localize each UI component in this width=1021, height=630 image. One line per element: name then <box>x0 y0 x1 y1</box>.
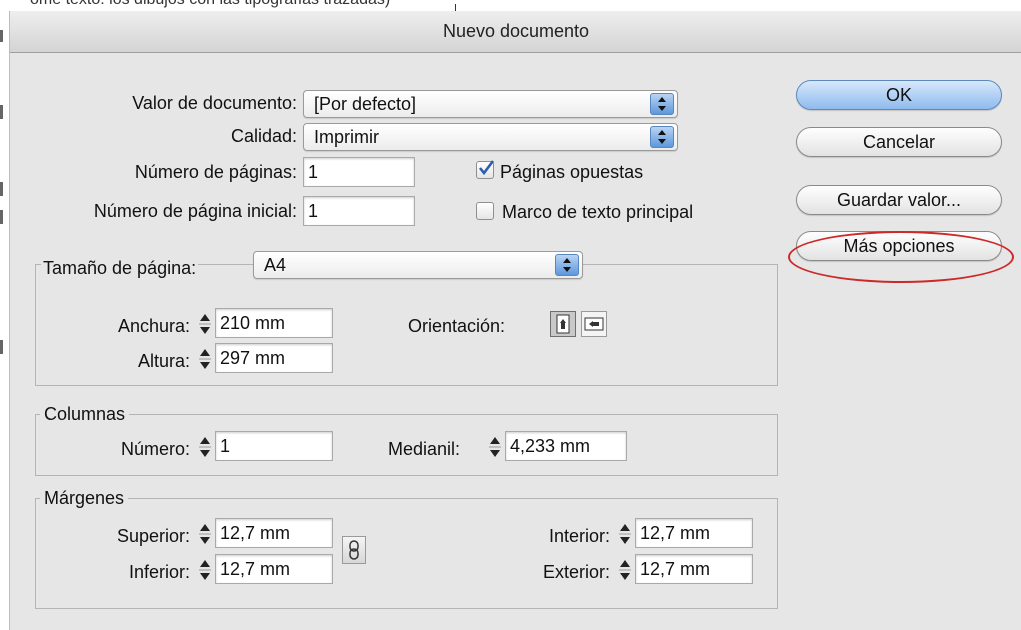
document-preset-select[interactable]: [Por defecto] <box>303 90 678 118</box>
edge-mark <box>0 182 3 196</box>
edge-mark <box>0 210 3 224</box>
columns-stepper-icon[interactable] <box>197 434 213 460</box>
popup-arrows-icon <box>650 93 674 115</box>
orientation-label: Orientación: <box>408 316 506 336</box>
intent-value: Imprimir <box>314 127 379 147</box>
margin-bottom-input[interactable]: 12,7 mm <box>215 554 333 584</box>
intent-label: Calidad: <box>230 126 297 146</box>
margin-bottom-stepper-icon[interactable] <box>197 557 213 583</box>
width-stepper-icon[interactable] <box>197 311 213 337</box>
link-margins-button[interactable] <box>342 536 366 564</box>
margin-top-label: Superior: <box>116 526 190 546</box>
page-size-label: Tamaño de página: <box>41 258 199 279</box>
document-preset-value: [Por defecto] <box>314 94 417 114</box>
master-text-frame-checkbox[interactable] <box>476 202 494 220</box>
page-size-select[interactable]: A4 <box>253 251 583 279</box>
landscape-orientation-button[interactable] <box>581 311 607 337</box>
landscape-icon <box>584 317 604 331</box>
num-pages-input[interactable]: 1 <box>303 157 415 187</box>
margin-inside-label: Interior: <box>548 526 610 546</box>
width-input[interactable]: 210 mm <box>215 308 333 338</box>
columns-number-label: Número: <box>120 439 190 459</box>
width-label: Anchura: <box>117 316 190 336</box>
new-document-dialog: Nuevo documento Valor de documento: [Por… <box>9 11 1021 630</box>
height-input[interactable]: 297 mm <box>215 343 333 373</box>
popup-arrows-icon <box>555 254 579 276</box>
gutter-label: Medianil: <box>388 439 461 459</box>
edge-mark <box>0 105 3 119</box>
margin-outside-label: Exterior: <box>542 562 610 582</box>
columns-legend: Columnas <box>40 404 130 425</box>
margins-legend: Márgenes <box>40 488 129 509</box>
height-label: Altura: <box>137 351 190 371</box>
cancel-button[interactable]: Cancelar <box>796 127 1002 157</box>
gutter-input[interactable]: 4,233 mm <box>505 431 627 461</box>
checkmark-icon <box>478 160 495 176</box>
dialog-titlebar[interactable]: Nuevo documento <box>10 11 1021 53</box>
save-preset-button[interactable]: Guardar valor... <box>796 185 1002 215</box>
portrait-orientation-button[interactable] <box>550 311 576 337</box>
facing-pages-checkbox[interactable] <box>476 160 495 179</box>
portrait-icon <box>556 314 570 334</box>
edge-mark <box>0 30 3 42</box>
document-preset-label: Valor de documento: <box>132 93 297 113</box>
background-document-text: ome texto: los dibujos con las tipografí… <box>30 0 390 9</box>
start-page-input[interactable]: 1 <box>303 196 415 226</box>
chain-link-icon <box>349 540 359 560</box>
dialog-title: Nuevo documento <box>442 21 590 41</box>
margin-outside-stepper-icon[interactable] <box>617 557 633 583</box>
edge-mark <box>0 340 3 354</box>
page-size-value: A4 <box>264 255 287 275</box>
highlight-annotation <box>788 231 1014 283</box>
gutter-stepper-icon[interactable] <box>487 434 503 460</box>
popup-arrows-icon <box>650 126 674 148</box>
margin-top-input[interactable]: 12,7 mm <box>215 518 333 548</box>
intent-select[interactable]: Imprimir <box>303 123 678 151</box>
margin-inside-input[interactable]: 12,7 mm <box>635 518 753 548</box>
margin-outside-input[interactable]: 12,7 mm <box>635 554 753 584</box>
margin-bottom-label: Inferior: <box>128 562 190 582</box>
num-pages-label: Número de páginas: <box>134 162 297 182</box>
facing-pages-label: Páginas opuestas <box>500 162 644 182</box>
master-text-frame-label: Marco de texto principal <box>502 202 694 222</box>
height-stepper-icon[interactable] <box>197 346 213 372</box>
margin-inside-stepper-icon[interactable] <box>617 521 633 547</box>
ok-button[interactable]: OK <box>796 80 1002 110</box>
margin-top-stepper-icon[interactable] <box>197 521 213 547</box>
start-page-label: Número de página inicial: <box>93 201 297 221</box>
columns-number-input[interactable]: 1 <box>215 431 333 461</box>
